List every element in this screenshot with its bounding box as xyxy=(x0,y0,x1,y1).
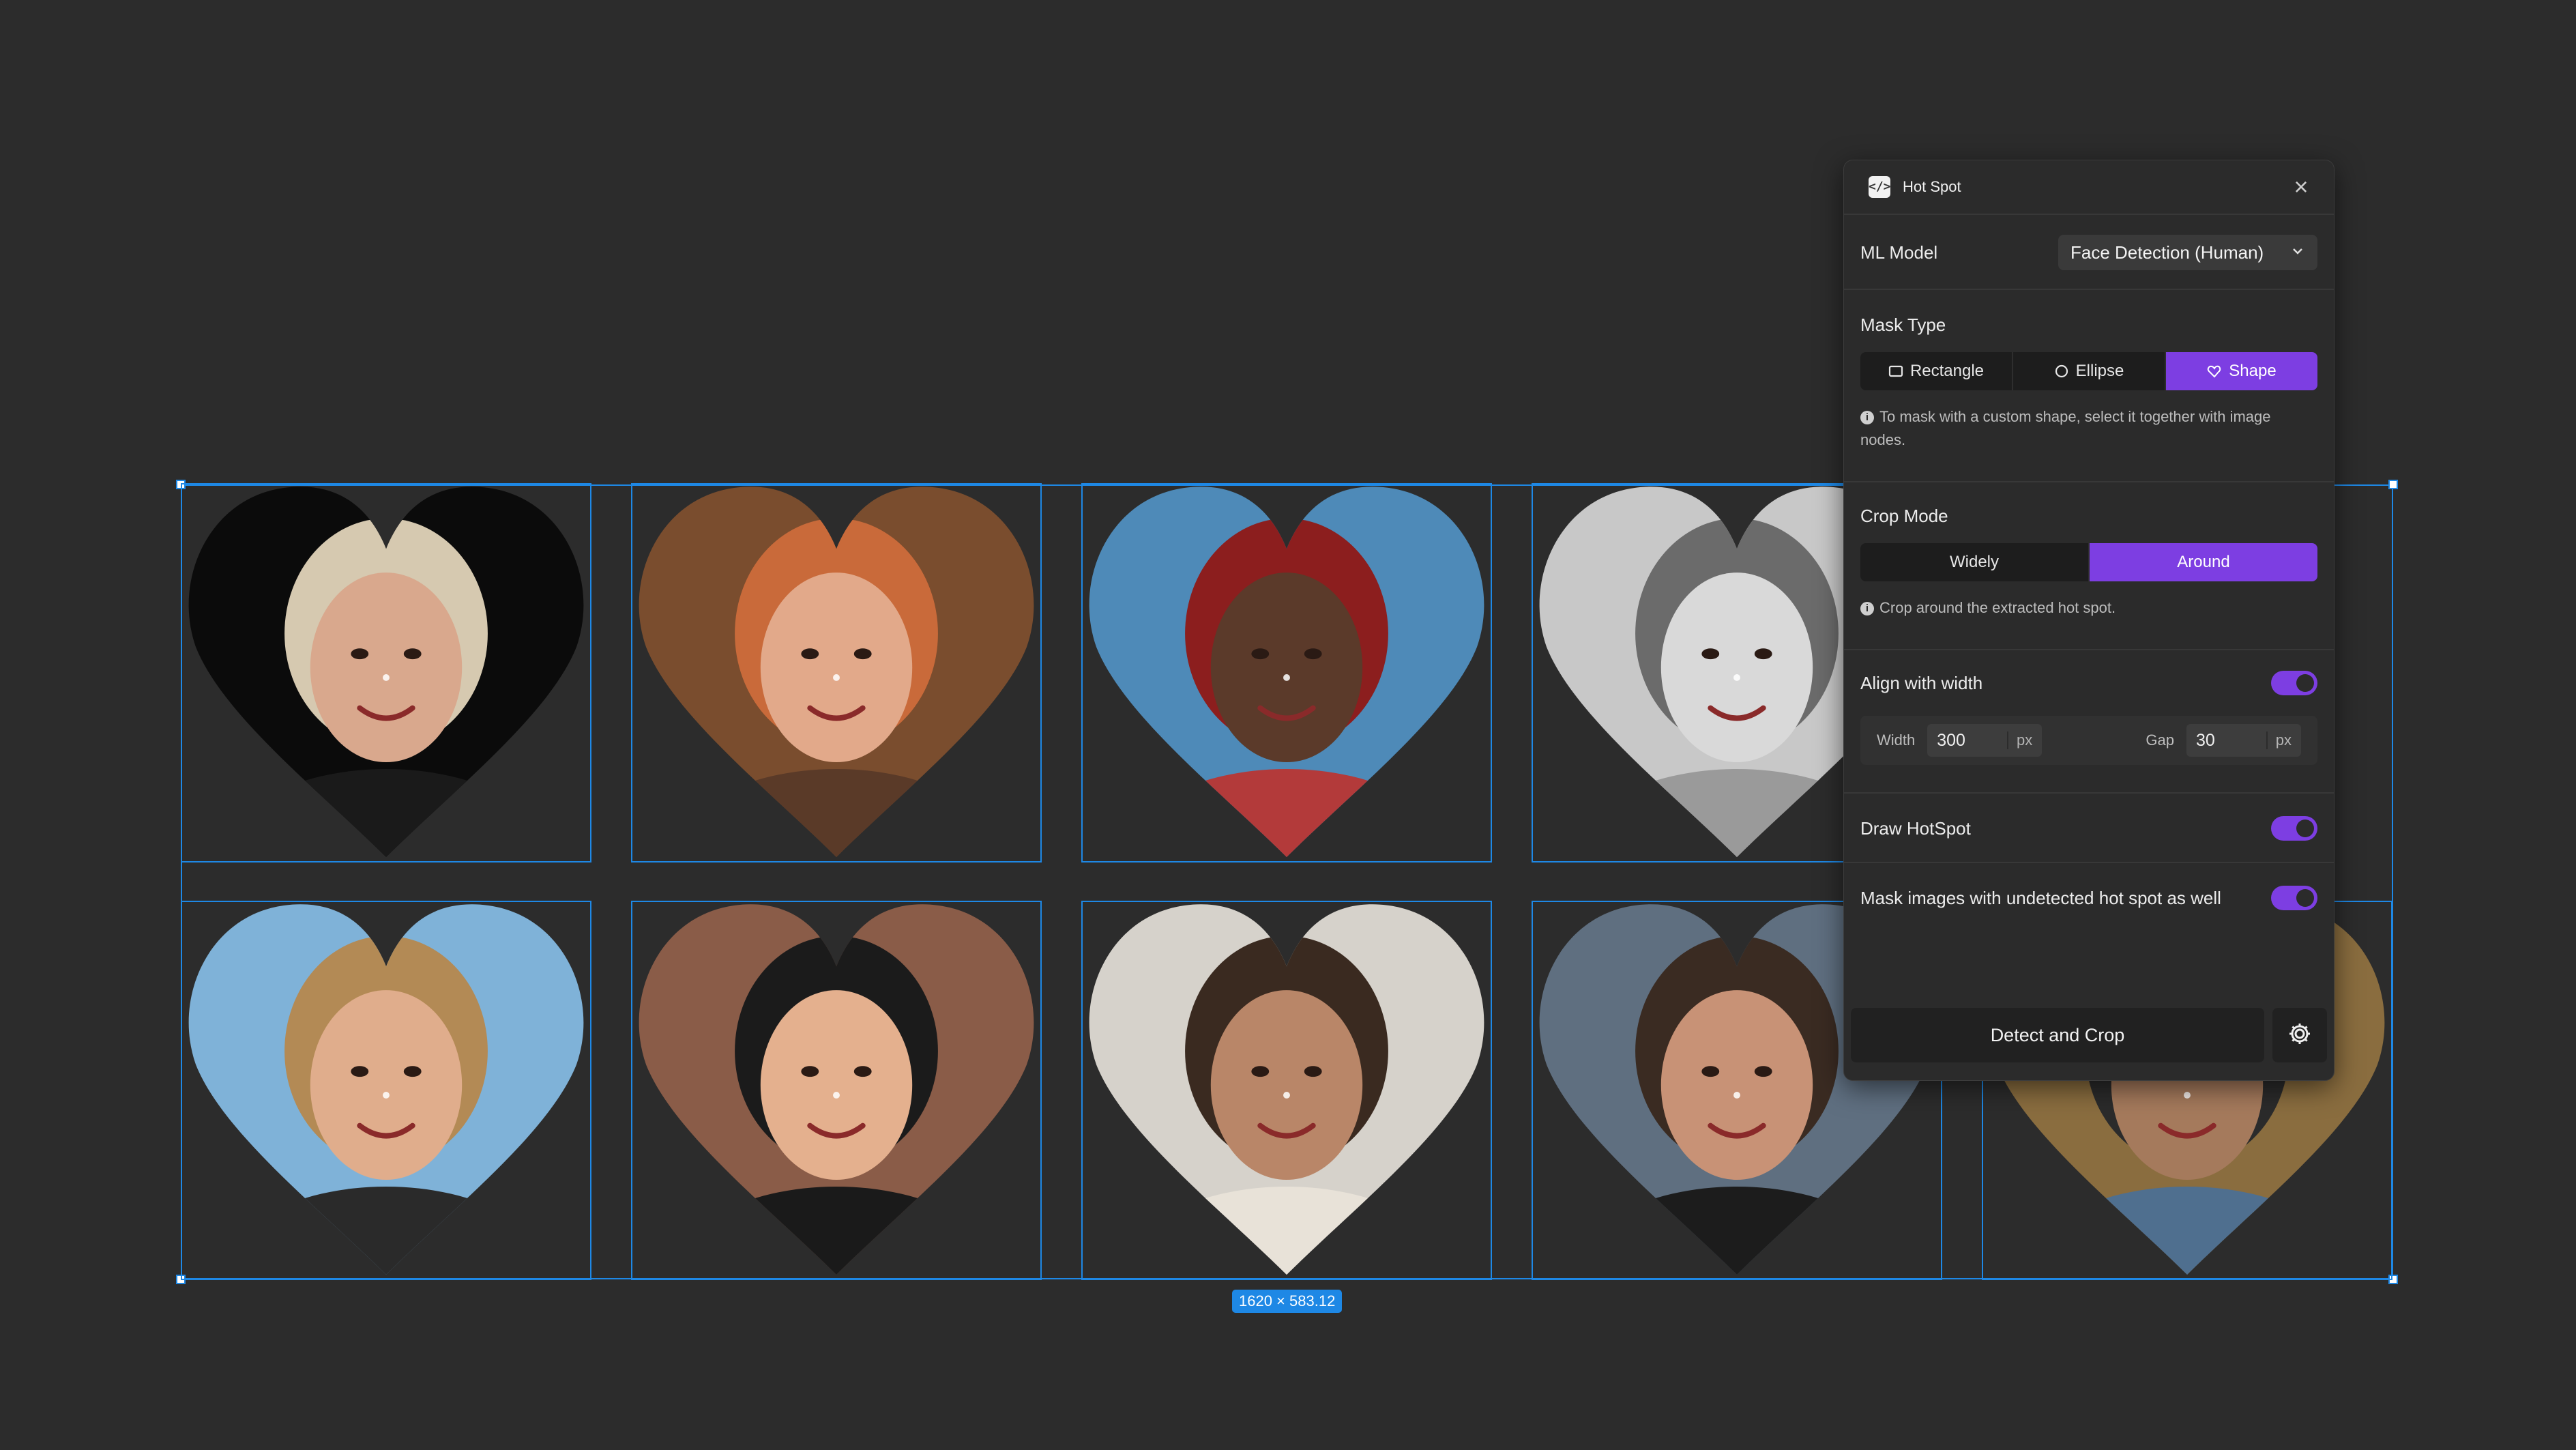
mask-type-segmented: Rectangle Ellipse Shape xyxy=(1860,352,2317,390)
mask-type-ellipse-label: Ellipse xyxy=(2075,362,2124,380)
crop-mode-section: Crop Mode Widely Around i Crop around the… xyxy=(1844,482,2334,650)
close-icon: × xyxy=(2294,173,2309,201)
resize-handle-top-right[interactable] xyxy=(2388,480,2398,489)
hot-spot-panel: </> Hot Spot × ML Model Face Detection (… xyxy=(1843,160,2334,1081)
gap-unit: px xyxy=(2266,731,2292,749)
draw-hotspot-label: Draw HotSpot xyxy=(1860,817,1971,839)
crop-mode-around-label: Around xyxy=(2177,553,2230,571)
ellipse-icon xyxy=(2054,364,2069,379)
crop-mode-widely[interactable]: Widely xyxy=(1860,543,2090,581)
heart-photo-7[interactable] xyxy=(1081,901,1492,1280)
heart-photo-2[interactable] xyxy=(631,483,1042,862)
code-icon: </> xyxy=(1869,176,1891,198)
crop-mode-hint: i Crop around the extracted hot spot. xyxy=(1860,596,2317,620)
info-icon: i xyxy=(1860,411,1874,424)
settings-button[interactable] xyxy=(2272,1008,2327,1062)
gap-label: Gap xyxy=(2146,731,2174,749)
width-label: Width xyxy=(1877,731,1916,749)
ml-model-section: ML Model Face Detection (Human) xyxy=(1844,215,2334,290)
width-gap-row: Width 300 px Gap 30 px xyxy=(1860,716,2317,765)
chevron-down-icon xyxy=(2290,242,2305,263)
mask-type-shape-label: Shape xyxy=(2229,362,2277,380)
mask-undetected-section: Mask images with undetected hot spot as … xyxy=(1844,863,2334,933)
heart-photo-3[interactable] xyxy=(1081,483,1492,862)
width-value: 300 xyxy=(1937,730,1965,750)
panel-header: </> Hot Spot × xyxy=(1844,160,2334,215)
selection-size-label: 1620 × 583.12 xyxy=(1232,1290,1343,1313)
mask-undetected-label: Mask images with undetected hot spot as … xyxy=(1860,887,2221,908)
align-width-section: Align with width Width 300 px Gap 30 px xyxy=(1844,650,2334,794)
mask-type-rectangle[interactable]: Rectangle xyxy=(1860,352,2013,390)
crop-mode-widely-label: Widely xyxy=(1949,553,1999,571)
ml-model-label: ML Model xyxy=(1860,242,1938,263)
heart-photo-1[interactable] xyxy=(181,483,591,862)
draw-hotspot-section: Draw HotSpot xyxy=(1844,794,2334,863)
mask-undetected-toggle[interactable] xyxy=(2271,886,2317,910)
shape-icon xyxy=(2207,364,2222,379)
align-width-label: Align with width xyxy=(1860,672,1983,693)
gap-input[interactable]: 30 px xyxy=(2186,724,2301,757)
mask-type-hint: i To mask with a custom shape, select it … xyxy=(1860,405,2317,452)
rectangle-icon xyxy=(1888,365,1903,377)
crop-mode-hint-text: Crop around the extracted hot spot. xyxy=(1879,599,2116,616)
mask-type-ellipse[interactable]: Ellipse xyxy=(2013,352,2166,390)
crop-mode-around[interactable]: Around xyxy=(2090,543,2317,581)
heart-photo-5[interactable] xyxy=(181,901,591,1280)
info-icon: i xyxy=(1860,602,1874,615)
mask-type-shape[interactable]: Shape xyxy=(2166,352,2317,390)
panel-footer: Detect and Crop xyxy=(1851,1008,2327,1062)
gear-icon xyxy=(2287,1021,2312,1049)
panel-title: Hot Spot xyxy=(1903,178,1961,195)
mask-type-hint-text: To mask with a custom shape, select it t… xyxy=(1860,408,2271,448)
heart-photo-6[interactable] xyxy=(631,901,1042,1280)
mask-type-section: Mask Type Rectangle Ellipse Shape i To ma… xyxy=(1844,290,2334,482)
close-button[interactable]: × xyxy=(2289,175,2313,200)
mask-type-label: Mask Type xyxy=(1860,315,1946,335)
draw-hotspot-toggle[interactable] xyxy=(2271,816,2317,841)
detect-and-crop-button[interactable]: Detect and Crop xyxy=(1851,1008,2264,1062)
align-width-toggle[interactable] xyxy=(2271,671,2317,695)
width-input[interactable]: 300 px xyxy=(1927,724,2043,757)
ml-model-value: Face Detection (Human) xyxy=(2070,242,2264,263)
mask-type-rectangle-label: Rectangle xyxy=(1909,362,1985,380)
crop-mode-segmented: Widely Around xyxy=(1860,543,2317,581)
crop-mode-label: Crop Mode xyxy=(1860,506,1948,526)
width-unit: px xyxy=(2007,731,2032,749)
ml-model-select[interactable]: Face Detection (Human) xyxy=(2058,235,2317,270)
gap-value: 30 xyxy=(2196,730,2215,750)
